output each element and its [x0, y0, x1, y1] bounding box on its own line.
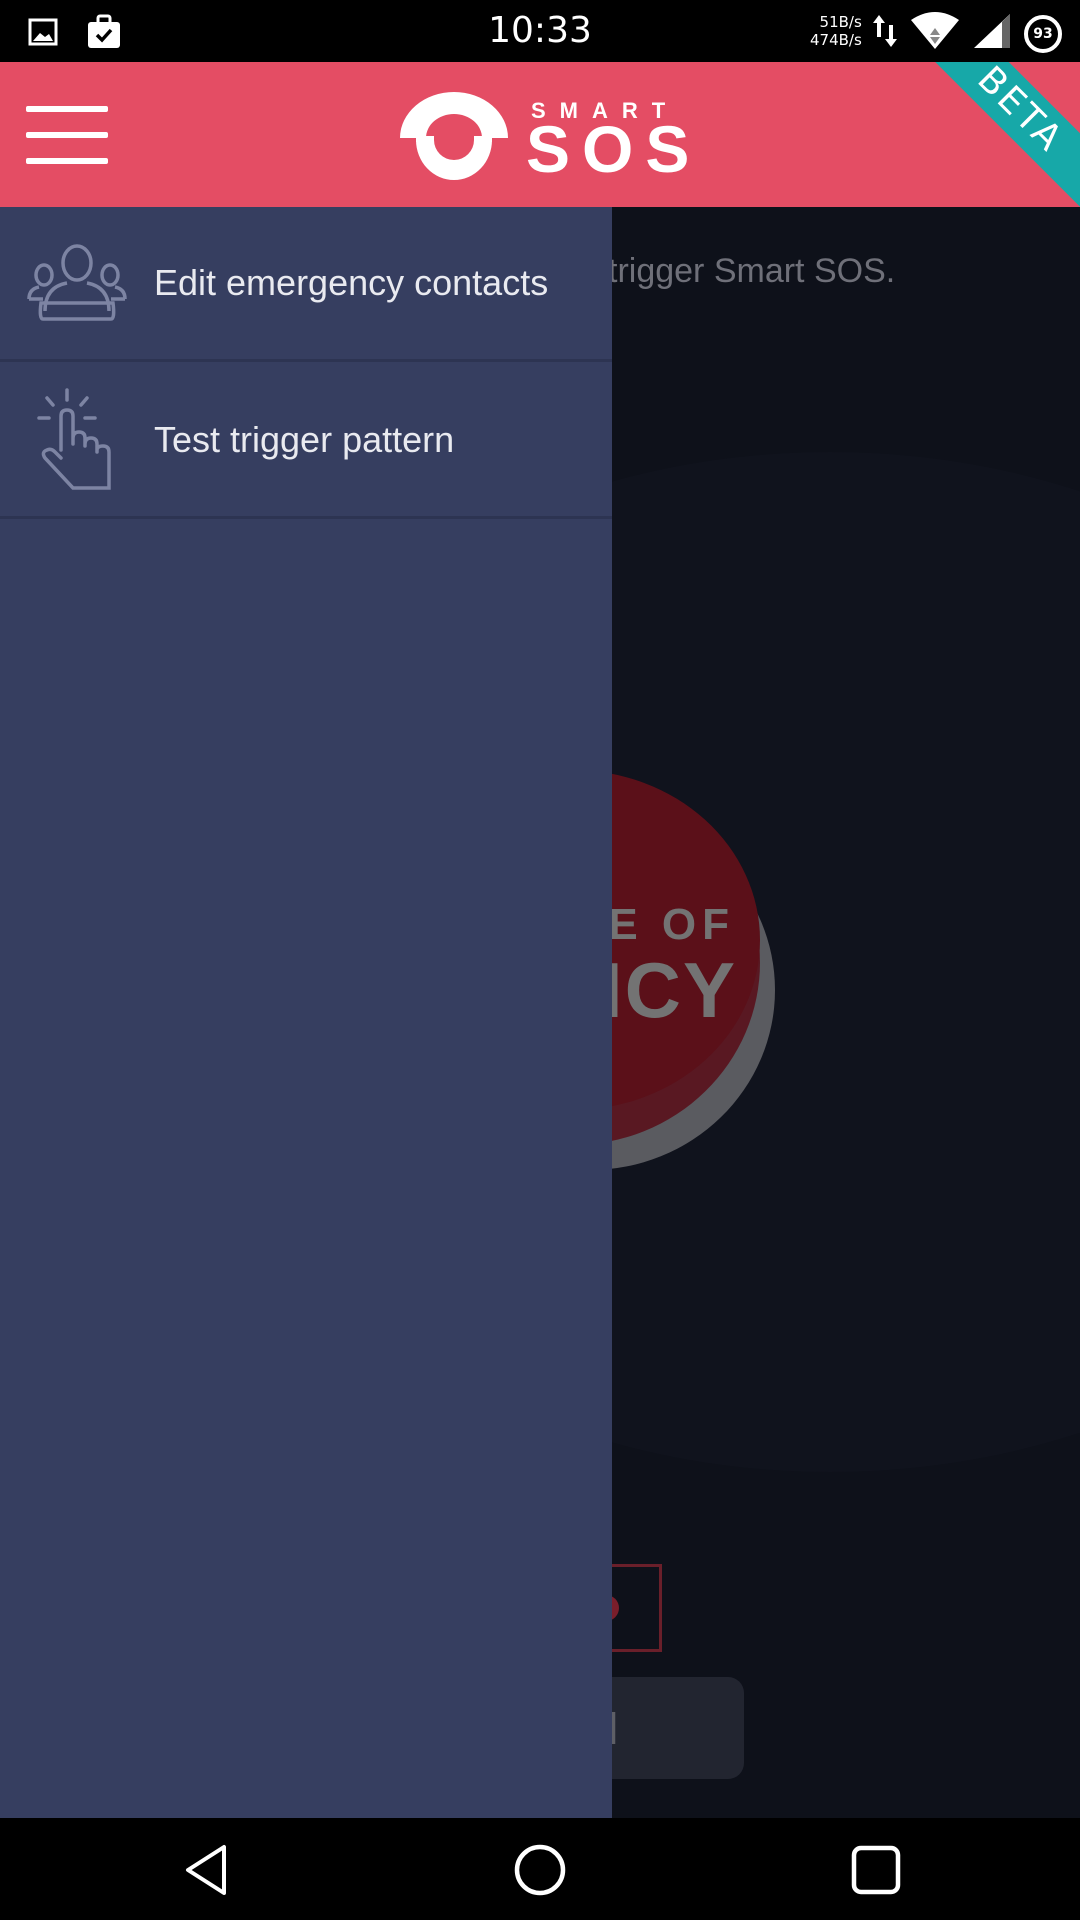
back-button[interactable]: [176, 1840, 236, 1900]
wifi-icon: [910, 12, 960, 55]
home-icon: [514, 1844, 566, 1896]
cell-signal-icon: [972, 12, 1012, 55]
smart-sos-logo: SMART SOS: [398, 90, 689, 184]
recents-icon: [851, 1845, 901, 1895]
logo-mark-icon: [398, 90, 510, 189]
battery-icon: 93: [1024, 14, 1062, 53]
logo-sos-text: SOS: [526, 112, 702, 186]
drawer-item-label: Test trigger pattern: [154, 419, 455, 460]
beta-ribbon: BETA: [909, 62, 1080, 207]
download-speed: 474B/s: [810, 31, 862, 49]
status-bar: 10:33 51B/s 474B/s 93: [0, 0, 1080, 62]
recents-button[interactable]: [846, 1840, 906, 1900]
data-transfer-icon: [872, 13, 898, 54]
menu-button[interactable]: [26, 104, 108, 168]
navigation-drawer: Edit emergency contacts Test trigger pat…: [0, 207, 612, 1818]
hamburger-line: [26, 106, 108, 112]
instruction-text: trigger Smart SOS.: [608, 252, 896, 290]
app-header: SMART SOS BETA: [0, 62, 1080, 207]
system-nav-bar: [0, 1818, 1080, 1920]
network-speed: 51B/s 474B/s: [810, 13, 862, 49]
hamburger-line: [26, 158, 108, 164]
tap-finger-icon: [22, 385, 132, 495]
hamburger-line: [26, 132, 108, 138]
upload-speed: 51B/s: [819, 13, 862, 31]
back-icon: [186, 1845, 226, 1895]
drawer-item-edit-contacts[interactable]: Edit emergency contacts: [0, 207, 612, 362]
home-button[interactable]: [510, 1840, 570, 1900]
contacts-group-icon: [22, 228, 132, 338]
drawer-item-label: Edit emergency contacts: [154, 262, 549, 303]
drawer-item-test-trigger[interactable]: Test trigger pattern: [0, 364, 612, 519]
